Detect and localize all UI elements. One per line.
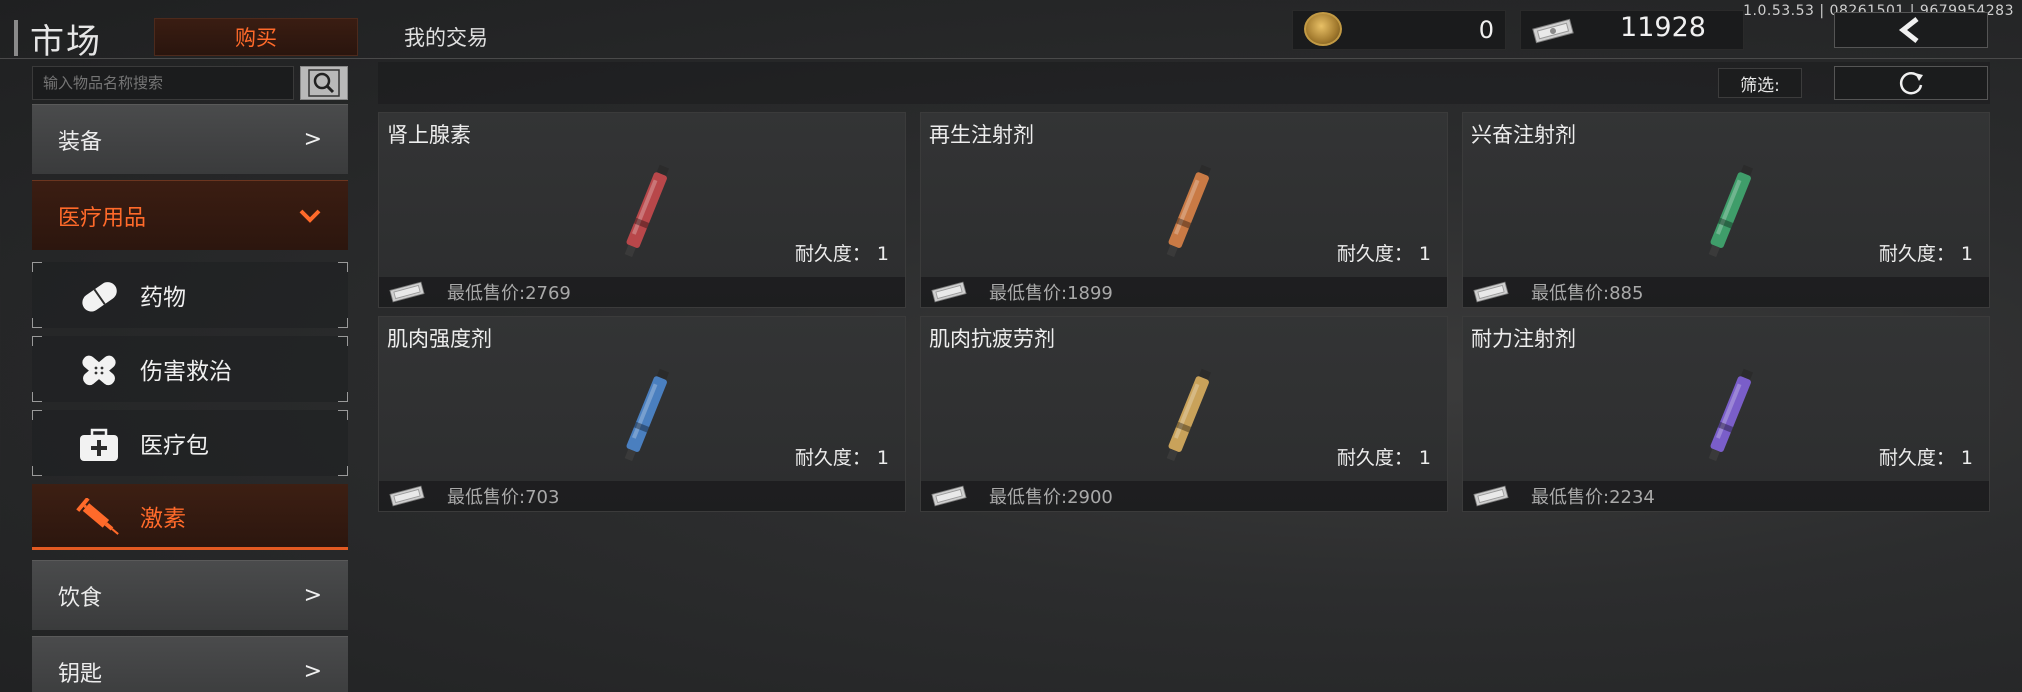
injector-icon (1708, 368, 1753, 462)
pill-icon (82, 282, 117, 312)
item-footer: 最低售价:885 (1463, 277, 1989, 307)
medkit-icon (80, 428, 118, 461)
search-input[interactable] (32, 66, 294, 100)
bandage-icon (82, 355, 116, 386)
item-name: 兴奋注射剂 (1471, 123, 1576, 147)
item-min-price: 最低售价:2900 (989, 487, 1113, 508)
search-icon (308, 69, 340, 97)
filter-button[interactable]: 筛选: (1718, 68, 1802, 98)
item-card[interactable]: 肌肉强度剂 耐久度： 1 最低售价:703 (378, 316, 906, 512)
injector-icon (1708, 164, 1753, 258)
item-name: 肾上腺素 (387, 123, 471, 147)
chevron-right-icon: > (303, 583, 322, 608)
subcategory-medicine[interactable]: 药物 (32, 262, 348, 328)
cash-icon (389, 281, 425, 303)
item-durability: 耐久度： 1 (1878, 243, 1973, 265)
item-durability: 耐久度： 1 (794, 447, 889, 469)
tab-buy[interactable]: 购买 (154, 18, 358, 56)
chevron-right-icon: > (303, 659, 322, 684)
top-bar: 市场 购买 我的交易 0 11928 1.0.53.53 | 08261501 … (0, 0, 2022, 62)
page-title-wrap: 市场 (14, 16, 102, 62)
subcategory-label: 激素 (140, 505, 186, 532)
chevron-right-icon: > (303, 127, 322, 152)
refresh-button[interactable] (1834, 66, 1988, 100)
cash-icon (1532, 18, 1574, 44)
subcategory-label: 医疗包 (140, 433, 209, 459)
chevron-down-icon (299, 209, 321, 223)
page-title: 市场 (30, 21, 102, 62)
item-card[interactable]: 肌肉抗疲劳剂 耐久度： 1 最低售价:2900 (920, 316, 1448, 512)
item-name: 再生注射剂 (929, 123, 1034, 147)
item-card[interactable]: 耐力注射剂 耐久度： 1 最低售价:2234 (1462, 316, 1990, 512)
back-arrow-icon (1898, 17, 1919, 43)
injector-icon (1166, 164, 1211, 258)
category-label: 饮食 (58, 585, 103, 611)
item-durability: 耐久度： 1 (1336, 243, 1431, 265)
subcategory-label: 药物 (140, 285, 186, 311)
item-card[interactable]: 肾上腺素 耐久度： 1 最低售价:2769 (378, 112, 906, 308)
item-min-price: 最低售价:1899 (989, 283, 1113, 304)
item-card[interactable]: 兴奋注射剂 耐久度： 1 最低售价:885 (1462, 112, 1990, 308)
syringe-icon (76, 498, 119, 535)
search-button[interactable] (300, 66, 348, 100)
item-footer: 最低售价:2234 (1463, 481, 1989, 511)
item-name: 肌肉抗疲劳剂 (929, 327, 1055, 351)
item-footer: 最低售价:703 (379, 481, 905, 511)
header-divider (0, 58, 2022, 59)
injector-icon (624, 368, 669, 462)
item-durability: 耐久度： 1 (794, 243, 889, 265)
cash-icon (931, 485, 967, 507)
cash-icon (1473, 281, 1509, 303)
coin-amount: 0 (1478, 16, 1494, 44)
refresh-icon (1899, 72, 1923, 95)
item-footer: 最低售价:2769 (379, 277, 905, 307)
cash-icon (1473, 485, 1509, 507)
subcategory-label: 伤害救治 (140, 359, 232, 385)
category-label: 钥匙 (58, 661, 103, 687)
cash-icon (389, 485, 425, 507)
injector-icon (624, 164, 669, 258)
category-equipment[interactable]: 装备 > (32, 104, 348, 174)
category-keys[interactable]: 钥匙 > (32, 636, 348, 692)
category-medical[interactable]: 医疗用品 (32, 180, 348, 250)
item-min-price: 最低售价:2769 (447, 283, 571, 304)
item-footer: 最低售价:1899 (921, 277, 1447, 307)
item-min-price: 最低售价:885 (1531, 283, 1644, 304)
title-accent-bar (14, 20, 18, 56)
subcategory-injury-treatment[interactable]: 伤害救治 (32, 336, 348, 402)
subcategory-medkit[interactable]: 医疗包 (32, 410, 348, 476)
category-food[interactable]: 饮食 > (32, 560, 348, 630)
item-min-price: 最低售价:703 (447, 487, 560, 508)
item-durability: 耐久度： 1 (1878, 447, 1973, 469)
injector-icon (1166, 368, 1211, 462)
item-footer: 最低售价:2900 (921, 481, 1447, 511)
cash-icon (931, 281, 967, 303)
cash-amount: 11928 (1620, 12, 1706, 43)
item-min-price: 最低售价:2234 (1531, 487, 1655, 508)
item-name: 耐力注射剂 (1471, 327, 1576, 351)
item-durability: 耐久度： 1 (1336, 447, 1431, 469)
coin-icon (1304, 12, 1342, 46)
category-label: 医疗用品 (58, 205, 147, 231)
back-button[interactable] (1834, 12, 1988, 48)
subcategory-hormones[interactable]: 激素 (32, 484, 348, 550)
item-card[interactable]: 再生注射剂 耐久度： 1 最低售价:1899 (920, 112, 1448, 308)
category-label: 装备 (58, 129, 103, 155)
tab-my-trades[interactable]: 我的交易 (404, 18, 488, 56)
item-name: 肌肉强度剂 (387, 327, 492, 351)
